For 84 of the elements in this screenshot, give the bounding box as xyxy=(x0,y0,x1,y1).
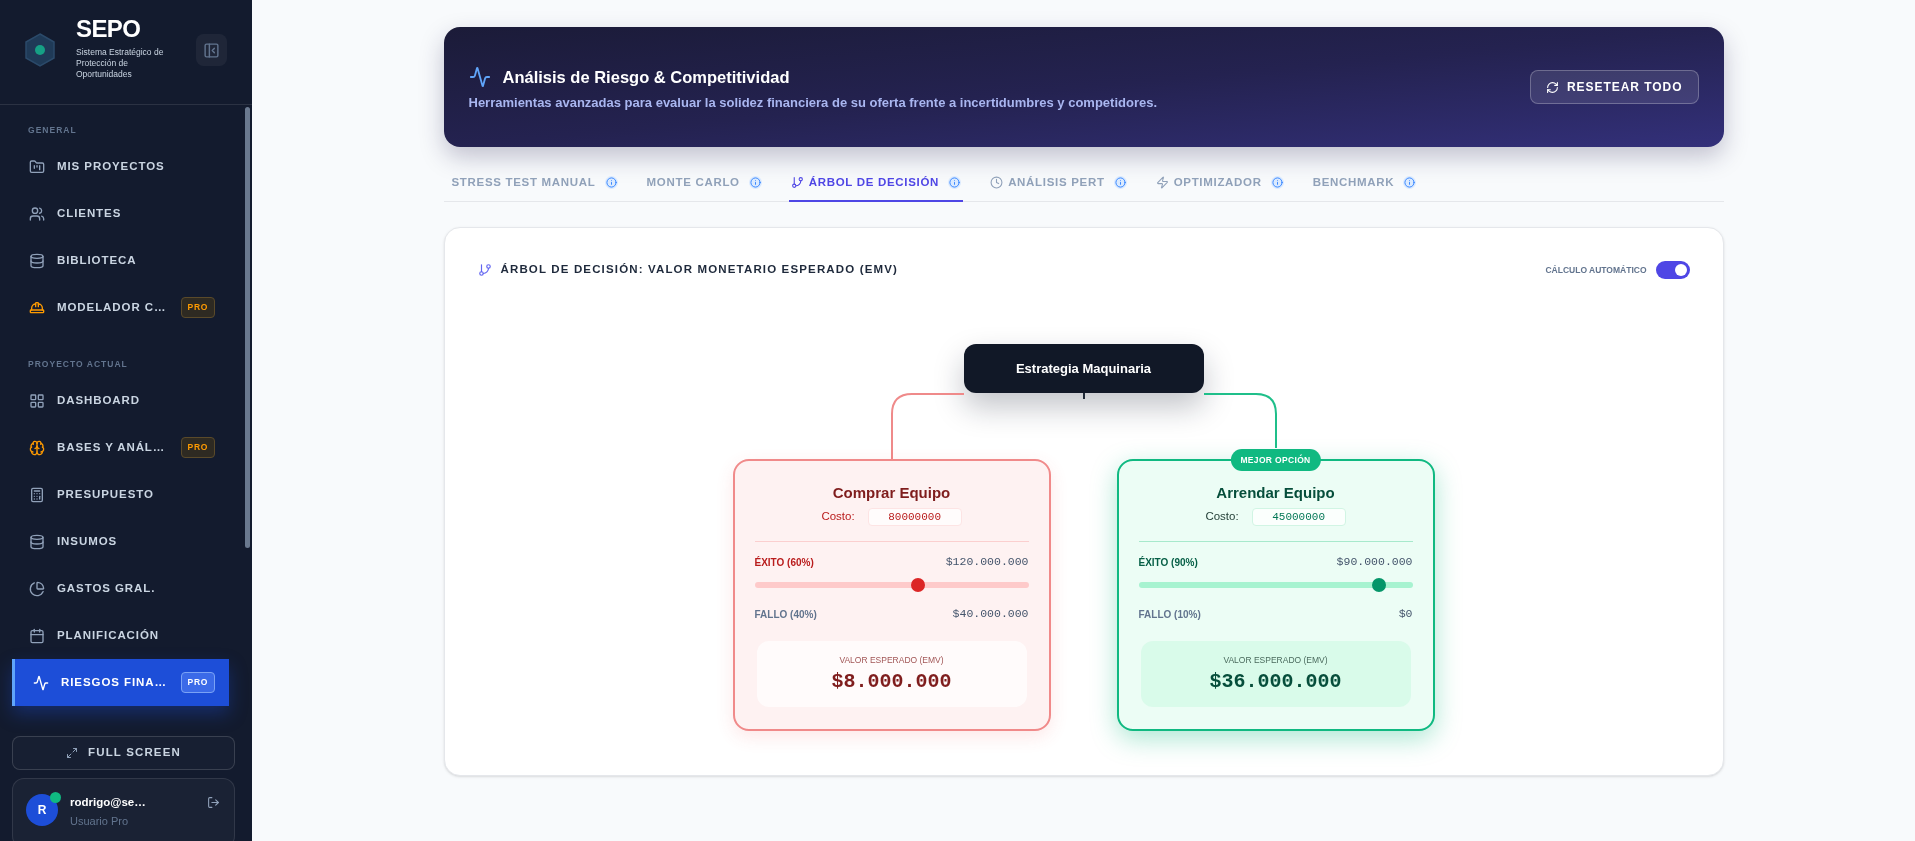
folder-chart-icon xyxy=(29,158,45,175)
collapse-panel-icon xyxy=(203,41,220,59)
info-icon xyxy=(604,176,618,189)
slider-thumb[interactable] xyxy=(910,578,925,592)
stem-line xyxy=(1082,393,1085,400)
emv-label: VALOR ESPERADO (EMV) xyxy=(1223,654,1328,666)
cost-label: Costo: xyxy=(821,509,855,525)
refresh-icon xyxy=(1545,80,1559,94)
section-heading: GENERAL xyxy=(27,124,77,136)
pro-badge: PRO xyxy=(180,437,215,458)
pro-badge: PRO xyxy=(180,297,215,318)
nav-item[interactable]: BASES Y ANÁL… PRO xyxy=(12,424,229,471)
failure-value: $0 xyxy=(1398,606,1413,623)
auto-calc-toggle[interactable] xyxy=(1655,261,1690,279)
failure-label: FALLO (40%) xyxy=(754,607,817,622)
tab[interactable]: ÁRBOL DE DECISIÓN xyxy=(788,165,964,202)
pulse-icon xyxy=(468,66,491,89)
expand-icon xyxy=(66,747,78,759)
logout-button[interactable] xyxy=(206,795,220,809)
failure-label: FALLO (10%) xyxy=(1138,607,1201,622)
nav-item[interactable]: MIS PROYECTOS xyxy=(12,143,229,190)
probability-slider[interactable] xyxy=(1138,578,1413,592)
hexagon-logo-icon xyxy=(25,33,55,67)
nav-item[interactable]: INSUMOS xyxy=(12,518,229,565)
hard-hat-icon xyxy=(29,299,45,316)
logout-icon xyxy=(206,795,220,809)
brand-name: SEPO xyxy=(76,16,142,42)
best-option-badge: MEJOR OPCIÓN xyxy=(1230,449,1321,471)
nav-item[interactable]: GASTOS GRAL. xyxy=(12,565,229,612)
success-value: $120.000.000 xyxy=(945,554,1029,571)
brain-icon xyxy=(29,439,45,456)
info-icon xyxy=(948,176,962,189)
branch-icon xyxy=(477,263,492,277)
nav-item[interactable]: RIESGOS FINA… PRO xyxy=(12,659,229,706)
failure-value: $40.000.000 xyxy=(952,606,1029,623)
success-label: ÉXITO (60%) xyxy=(754,555,814,570)
nav-item[interactable]: CLIENTES xyxy=(12,190,229,237)
slider-thumb[interactable] xyxy=(1372,578,1387,592)
success-value: $90.000.000 xyxy=(1336,554,1413,571)
clock-icon xyxy=(990,176,1004,189)
info-icon xyxy=(1403,176,1417,189)
collapse-sidebar-button[interactable] xyxy=(196,34,227,66)
pulse-icon xyxy=(33,674,49,691)
option-title: Arrendar Equipo xyxy=(1215,484,1336,502)
user-email: rodrigo@se… xyxy=(70,795,146,810)
user-role: Usuario Pro xyxy=(70,814,130,829)
emv-value: $36.000.000 xyxy=(1209,670,1342,694)
avatar: R xyxy=(26,794,58,826)
branch-icon xyxy=(790,176,804,189)
scrollbar-thumb[interactable] xyxy=(245,107,250,548)
users-icon xyxy=(29,205,45,222)
calendar-icon xyxy=(29,627,45,644)
option-title: Comprar Equipo xyxy=(831,484,952,502)
grid-icon xyxy=(29,392,45,409)
section-heading: PROYECTO ACTUAL xyxy=(27,358,128,370)
page-subtitle: Herramientas avanzadas para evaluar la solidez financiera de su oferta frente a incertidumbres y competidores. xyxy=(468,94,1158,113)
emv-value: $8.000.000 xyxy=(831,670,952,694)
info-icon xyxy=(1113,176,1127,189)
root-node[interactable]: Estrategia Maquinaria xyxy=(963,344,1204,393)
pro-badge: PRO xyxy=(180,672,215,693)
brand-subtitle: Sistema Estratégico de Protección de Oportunidades xyxy=(76,47,165,80)
nav-item[interactable]: PRESUPUESTO xyxy=(12,471,229,518)
pie-chart-icon xyxy=(29,580,45,597)
calculator-icon xyxy=(29,486,45,503)
nav-item[interactable]: DASHBOARD xyxy=(12,377,229,424)
cost-input[interactable]: 45000000 xyxy=(1251,508,1346,526)
database-icon xyxy=(29,533,45,550)
cost-label: Costo: xyxy=(1205,509,1239,525)
nav-item[interactable]: PLANIFICACIÓN xyxy=(12,612,229,659)
panel-title: ÁRBOL DE DECISIÓN: VALOR MONETARIO ESPERADO (EMV) xyxy=(500,262,899,278)
page-title: Análisis de Riesgo & Competitividad xyxy=(502,67,790,89)
fullscreen-button[interactable]: FULL SCREEN xyxy=(12,736,235,770)
nav-item[interactable]: BIBLIOTECA xyxy=(12,237,229,284)
cost-input[interactable]: 80000000 xyxy=(867,508,962,526)
reset-all-button[interactable]: RESETEAR TODO xyxy=(1529,70,1699,104)
nav-item[interactable]: MODELADOR C… PRO xyxy=(12,284,229,331)
emv-label: VALOR ESPERADO (EMV) xyxy=(839,654,944,666)
probability-slider[interactable] xyxy=(754,578,1029,592)
database-icon xyxy=(29,252,45,269)
info-icon xyxy=(748,176,762,189)
info-icon xyxy=(1270,176,1284,189)
lightning-icon xyxy=(1155,176,1169,189)
success-label: ÉXITO (90%) xyxy=(1138,555,1198,570)
toggle-label: CÁLCULO AUTOMÁTICO xyxy=(1545,263,1647,277)
